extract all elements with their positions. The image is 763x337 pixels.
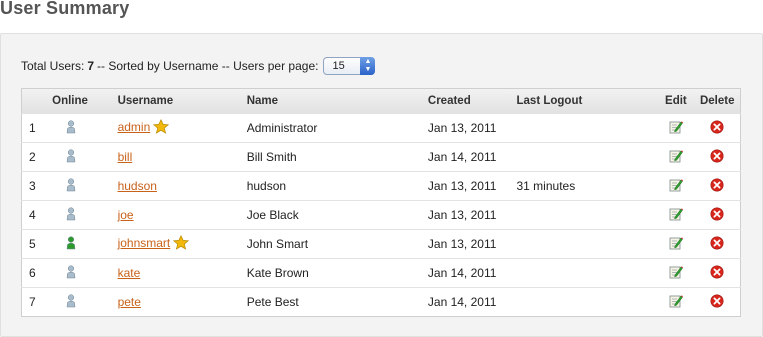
created-date: Jan 14, 2011 xyxy=(427,150,497,164)
username-link[interactable]: admin xyxy=(118,120,151,134)
select-arrows-icon: ▲ ▼ xyxy=(360,57,376,75)
edit-icon[interactable] xyxy=(669,294,683,311)
edit-icon[interactable] xyxy=(669,178,683,195)
username-link[interactable]: bill xyxy=(118,150,133,164)
last-logout xyxy=(517,201,658,230)
user-offline-icon xyxy=(66,264,76,282)
user-offline-icon xyxy=(66,148,76,166)
row-number: 3 xyxy=(29,179,36,193)
user-offline-icon xyxy=(66,293,76,311)
table-row: 5 johnsmart John Smart Jan 13, 2011 xyxy=(21,229,741,259)
row-number: 2 xyxy=(29,150,36,164)
star-icon xyxy=(153,118,170,137)
edit-icon[interactable] xyxy=(669,207,683,224)
row-number: 1 xyxy=(29,121,36,135)
header-number xyxy=(22,89,53,114)
delete-icon[interactable] xyxy=(710,207,724,224)
total-users-count: 7 xyxy=(87,59,95,73)
username-link[interactable]: hudson xyxy=(118,179,157,193)
created-date: Jan 13, 2011 xyxy=(427,121,497,135)
username-link[interactable]: pete xyxy=(118,295,141,309)
user-offline-icon xyxy=(66,119,76,137)
delete-icon[interactable] xyxy=(710,120,724,137)
table-row: 2 bill Bill Smith Jan 14, 2011 xyxy=(21,142,741,172)
star-icon xyxy=(173,234,190,253)
header-online[interactable]: Online xyxy=(52,89,117,114)
header-last-logout[interactable]: Last Logout xyxy=(517,89,658,114)
last-logout xyxy=(517,114,658,143)
last-logout xyxy=(517,230,658,259)
page-title: User Summary xyxy=(0,0,130,18)
user-full-name: John Smart xyxy=(246,237,309,251)
user-full-name: hudson xyxy=(246,179,287,193)
created-date: Jan 13, 2011 xyxy=(427,179,497,193)
last-logout: 31 minutes xyxy=(516,179,576,193)
header-created[interactable]: Created xyxy=(428,89,517,114)
edit-icon[interactable] xyxy=(669,120,683,137)
user-full-name: Pete Best xyxy=(246,295,299,309)
user-full-name: Kate Brown xyxy=(246,266,309,280)
user-offline-icon xyxy=(66,206,76,224)
username-link[interactable]: kate xyxy=(118,266,141,280)
delete-icon[interactable] xyxy=(710,265,724,282)
row-number: 4 xyxy=(29,208,36,222)
total-users-label: Total Users: xyxy=(21,59,85,73)
table-row: 4 joe Joe Black Jan 13, 2011 xyxy=(21,200,741,230)
users-per-page-value: 15 xyxy=(332,60,345,72)
users-per-page-select[interactable]: 15 ▲ ▼ xyxy=(323,57,376,75)
table-row: 1 admin Administrator Jan 13, 2011 xyxy=(21,113,741,143)
table-row: 3 hudson hudson Jan 13, 2011 31 minutes xyxy=(21,171,741,201)
delete-icon[interactable] xyxy=(710,294,724,311)
user-full-name: Joe Black xyxy=(246,208,299,222)
row-number: 5 xyxy=(29,237,36,251)
sort-info: -- Sorted by Username -- Users per page: xyxy=(97,59,319,73)
header-edit: Edit xyxy=(665,95,687,107)
last-logout xyxy=(517,143,658,172)
user-online-icon xyxy=(66,235,76,253)
header-name[interactable]: Name xyxy=(247,89,428,114)
edit-icon[interactable] xyxy=(669,149,683,166)
user-full-name: Bill Smith xyxy=(246,150,297,164)
row-number: 6 xyxy=(29,266,36,280)
last-logout xyxy=(517,259,658,288)
row-number: 7 xyxy=(29,295,36,309)
user-offline-icon xyxy=(66,177,76,195)
user-full-name: Administrator xyxy=(246,121,318,135)
header-username[interactable]: Username xyxy=(118,89,247,114)
created-date: Jan 14, 2011 xyxy=(427,266,497,280)
table-row: 6 kate Kate Brown Jan 14, 2011 xyxy=(21,258,741,288)
created-date: Jan 14, 2011 xyxy=(427,295,497,309)
username-link[interactable]: joe xyxy=(118,208,134,222)
edit-icon[interactable] xyxy=(669,236,683,253)
created-date: Jan 13, 2011 xyxy=(427,237,497,251)
delete-icon[interactable] xyxy=(710,178,724,195)
delete-icon[interactable] xyxy=(710,149,724,166)
table-row: 7 pete Pete Best Jan 14, 2011 xyxy=(21,287,741,317)
summary-bar: Total Users: 7 -- Sorted by Username -- … xyxy=(21,57,376,75)
header-delete: Delete xyxy=(699,95,735,107)
username-link[interactable]: johnsmart xyxy=(118,236,171,250)
delete-icon[interactable] xyxy=(710,236,724,253)
edit-icon[interactable] xyxy=(669,265,683,282)
created-date: Jan 13, 2011 xyxy=(427,208,497,222)
last-logout xyxy=(517,288,658,317)
table-header-row: Online Username Name Created Last Logout… xyxy=(21,88,741,114)
users-table: Online Username Name Created Last Logout… xyxy=(21,88,741,317)
